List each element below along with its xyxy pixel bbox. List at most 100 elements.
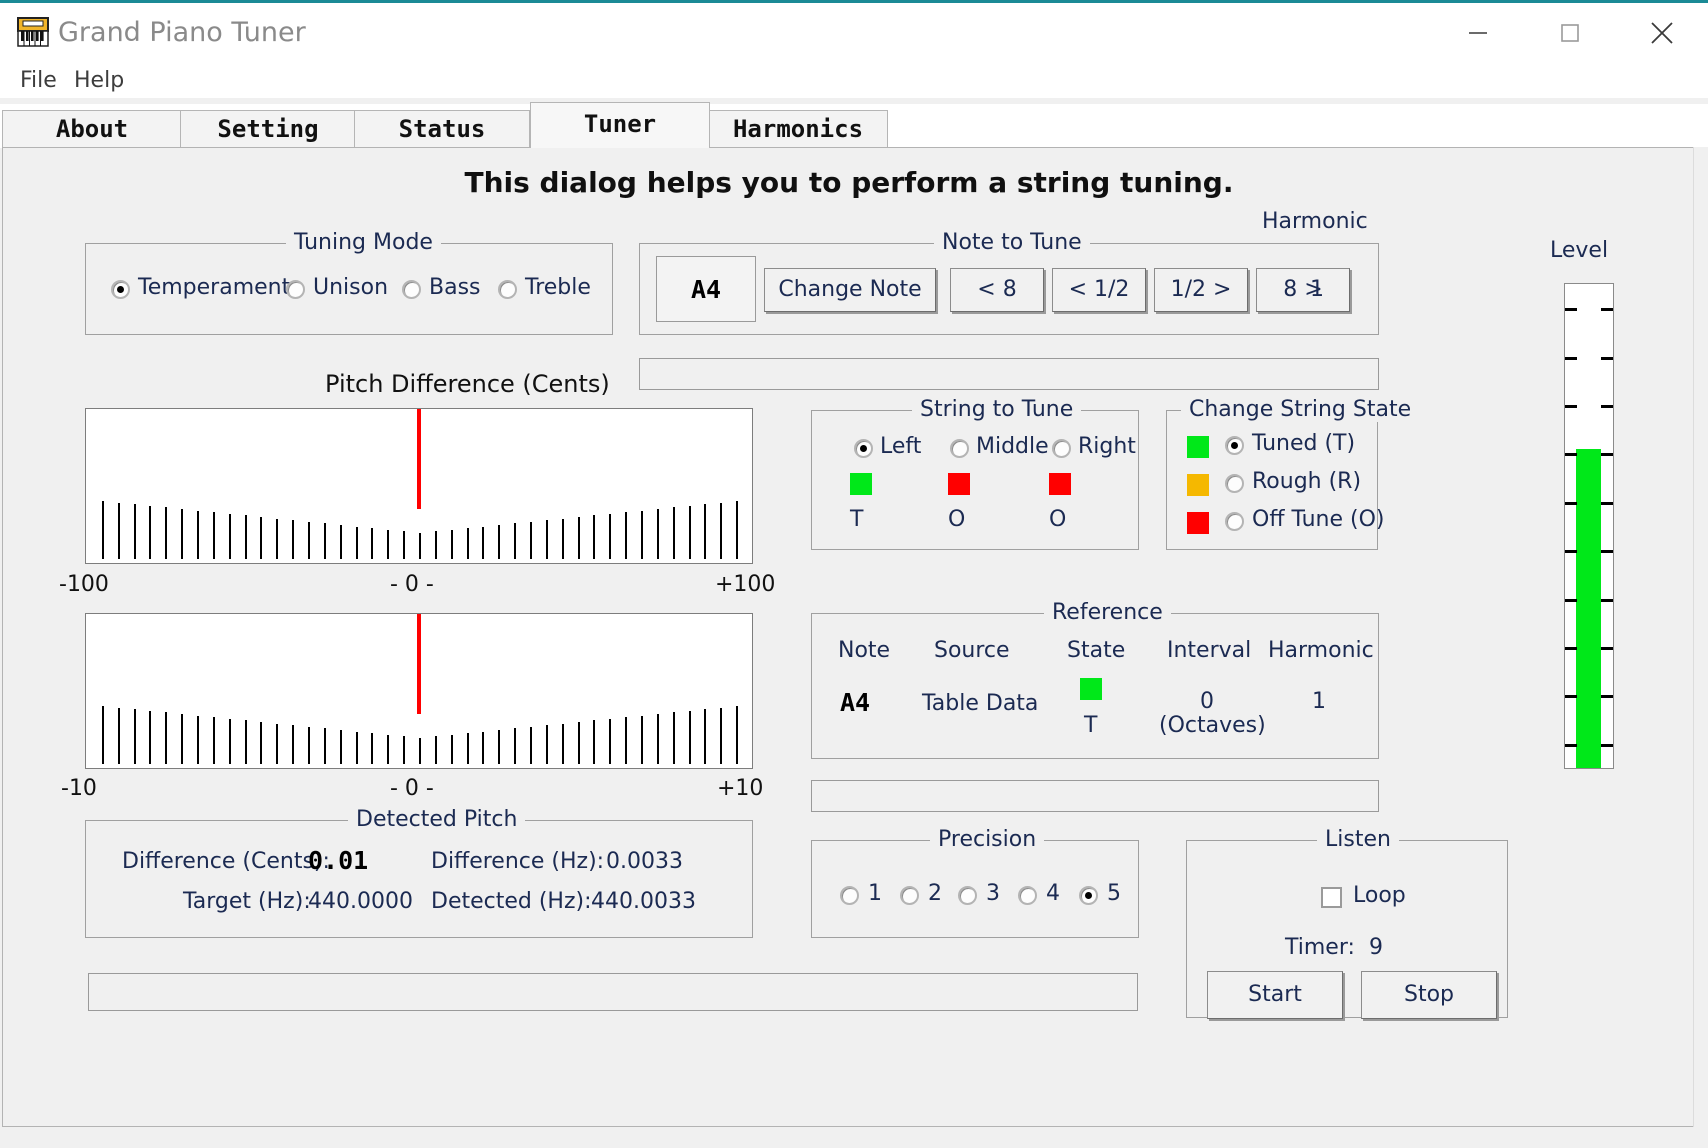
loop-checkbox[interactable] [1321, 887, 1342, 908]
scale-tick [466, 528, 469, 559]
close-button[interactable] [1616, 3, 1708, 63]
octave-down-button[interactable]: < 8 [950, 268, 1044, 312]
tab-setting[interactable]: Setting [180, 110, 356, 148]
maximize-button[interactable] [1524, 3, 1616, 63]
tuning-mode-group: Tuning Mode Temperament Unison Bass Treb… [85, 230, 613, 335]
scale-tick [117, 503, 120, 559]
scale-tick [181, 714, 184, 764]
level-meter-tick [1565, 743, 1577, 747]
scale-tick [323, 523, 326, 559]
scale-tick [672, 507, 675, 559]
scale-tick [260, 722, 263, 764]
fine-scale-max: +10 [717, 776, 764, 801]
string-to-tune-group: String to Tune Left T Middle O Right O [811, 397, 1139, 550]
scale-tick [514, 523, 517, 559]
timer-label: Timer: [1285, 935, 1355, 960]
start-button[interactable]: Start [1207, 971, 1343, 1019]
scale-tick [482, 732, 485, 764]
scale-tick [355, 732, 358, 764]
scale-tick [545, 520, 548, 559]
level-meter-tick [1565, 501, 1577, 505]
level-meter-tick [1601, 501, 1613, 505]
radio-unison[interactable] [286, 280, 305, 299]
radio-string-left[interactable] [854, 439, 873, 458]
reference-header-interval: Interval [1167, 638, 1252, 663]
reference-harmonic: 1 [1312, 689, 1326, 714]
radio-string-middle[interactable] [950, 439, 969, 458]
scale-tick [165, 507, 168, 559]
grand-piano-tuner-window: Grand Piano Tuner File Help About Settin… [0, 0, 1708, 1148]
reference-group: Reference Note Source State Interval Har… [811, 600, 1379, 759]
vertical-scrollbar[interactable] [1693, 147, 1708, 1127]
scale-tick [609, 719, 612, 764]
radio-precision-5[interactable] [1079, 886, 1098, 905]
tab-status[interactable]: Status [354, 110, 530, 148]
piano-icon [16, 17, 50, 47]
stop-button[interactable]: Stop [1361, 971, 1497, 1019]
level-meter-tick [1601, 598, 1613, 602]
tab-about[interactable]: About [2, 110, 182, 148]
coarse-needle [417, 409, 421, 509]
scale-tick [308, 522, 310, 559]
radio-precision-1[interactable] [840, 886, 859, 905]
level-meter-tick [1565, 695, 1577, 699]
radio-precision-4[interactable] [1018, 886, 1037, 905]
scale-tick [276, 519, 279, 559]
level-meter-tick [1601, 308, 1613, 312]
radio-treble[interactable] [498, 280, 517, 299]
radio-state-off-tune[interactable] [1225, 512, 1244, 531]
pitch-difference-fine-scale [85, 613, 753, 769]
bottom-progress-bar [88, 973, 1138, 1011]
level-meter-tick [1565, 647, 1577, 650]
minimize-button[interactable] [1432, 3, 1524, 63]
tab-harmonics[interactable]: Harmonics [708, 110, 888, 148]
semitone-down-button[interactable]: < 1/2 [1052, 268, 1146, 312]
scale-tick [450, 735, 453, 764]
scale-tick [482, 527, 485, 559]
scale-tick [387, 735, 390, 764]
tab-tuner[interactable]: Tuner [530, 102, 710, 148]
reference-progress-bar [811, 780, 1379, 812]
change-note-button[interactable]: Change Note [764, 268, 936, 312]
radio-state-rough[interactable] [1225, 474, 1244, 493]
radio-precision-2[interactable] [900, 886, 919, 905]
scale-tick [736, 706, 739, 764]
scale-tick [641, 511, 643, 559]
scale-tick [561, 519, 564, 559]
octave-up-button[interactable]: 8 > [1256, 268, 1350, 312]
scale-tick [656, 714, 659, 764]
scale-tick [149, 711, 152, 764]
scale-tick [323, 728, 326, 764]
fine-scale-min: -10 [61, 776, 97, 801]
scale-tick [419, 533, 421, 559]
scale-tick [672, 712, 675, 764]
radio-precision-3[interactable] [958, 886, 977, 905]
scale-tick [641, 716, 643, 764]
listen-group: Listen Loop Timer: 9 Start Stop [1186, 827, 1508, 1019]
change-string-state-legend: Change String State [1181, 397, 1420, 422]
scale-tick [545, 725, 548, 764]
radio-temperament[interactable] [111, 280, 130, 299]
swatch-off-tune [1187, 512, 1209, 534]
scale-tick [308, 727, 310, 764]
radio-string-right[interactable] [1052, 439, 1071, 458]
harmonic-label: Harmonic [1262, 209, 1368, 234]
level-meter-tick [1601, 453, 1613, 457]
scale-tick [244, 720, 247, 764]
page-title: This dialog helps you to perform a strin… [464, 166, 1234, 199]
radio-state-tuned[interactable] [1225, 436, 1244, 455]
radio-bass[interactable] [402, 280, 421, 299]
change-string-state-group: Change String State Tuned (T) Rough (R) … [1166, 397, 1420, 550]
menu-item-file[interactable]: File [14, 66, 63, 95]
scale-tick [101, 706, 104, 764]
note-to-tune-group: Note to Tune A4 Change Note < 8 < 1/2 1/… [639, 209, 1379, 335]
scale-tick [197, 511, 199, 559]
level-label: Level [1550, 238, 1609, 263]
scale-tick [197, 716, 199, 764]
scale-tick [704, 504, 707, 559]
semitone-up-button[interactable]: 1/2 > [1154, 268, 1248, 312]
state-string-middle: O [948, 507, 966, 532]
note-to-tune-legend: Note to Tune [934, 230, 1090, 255]
target-hz-value: 440.0000 [308, 889, 413, 914]
menu-item-help[interactable]: Help [68, 66, 130, 95]
